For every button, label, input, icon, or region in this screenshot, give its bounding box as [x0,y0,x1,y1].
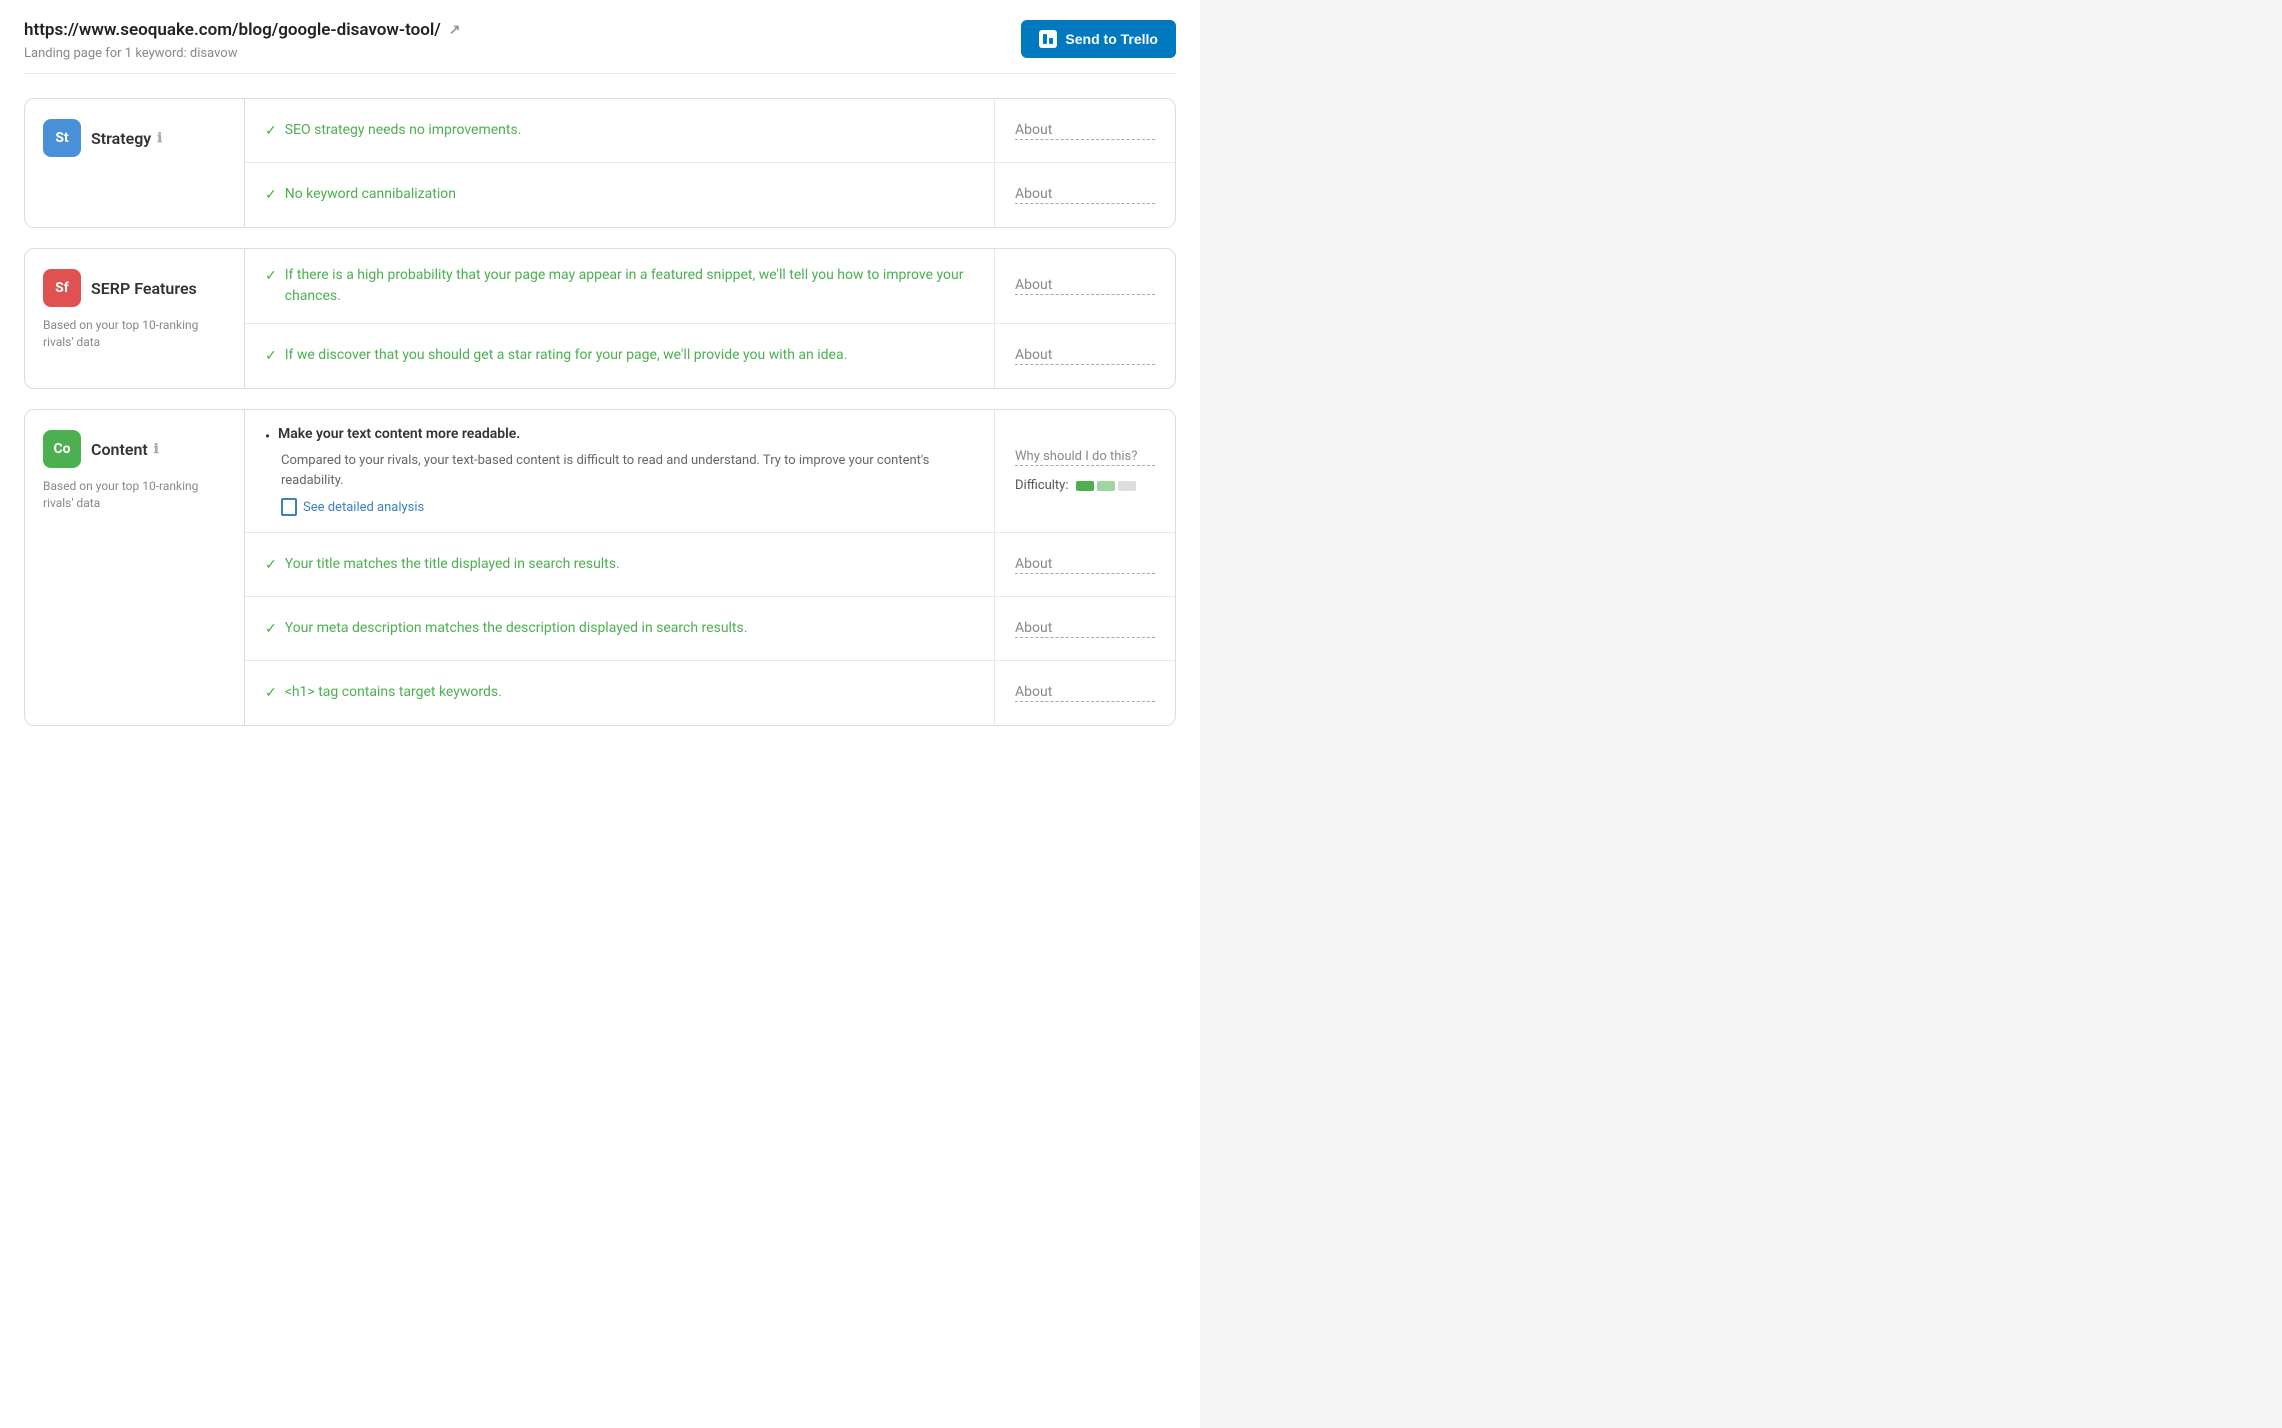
bullet-dot-icon: • [265,429,270,445]
checkmark-icon: ✓ [265,121,277,142]
section-subtitle-content: Based on your top 10-ranking rivals' dat… [43,478,226,512]
document-icon [281,498,297,516]
section-icon-content: Co [43,430,81,468]
row-content-2-1: ✓ Your title matches the title displayed … [245,533,995,596]
check-item: ✓ Your meta description matches the descr… [265,618,974,640]
check-item: ✓ If there is a high probability that you… [265,265,974,307]
bullet-item: • Make your text content more readable. [265,426,974,445]
table-row: ✓ No keyword cannibalization About [245,163,1175,227]
row-content-1-0: ✓ If there is a high probability that you… [245,249,995,323]
row-content-2-2: ✓ Your meta description matches the descr… [245,597,995,660]
checkmark-icon: ✓ [265,185,277,206]
sections-container: St Strategyℹ ✓ SEO strategy needs no improv… [24,98,1176,726]
section-title-strategy: Strategyℹ [91,129,162,148]
row-action-1-1: About [995,324,1175,388]
difficulty-bars [1076,481,1136,491]
page-header: https://www.seoquake.com/blog/google-dis… [24,20,1176,74]
external-link-icon[interactable]: ↗ [449,22,461,38]
table-row: ✓ If we discover that you should get a st… [245,324,1175,388]
section-label-serp: Sf SERP Features Based on your top 10-rank… [25,249,245,388]
check-text-label: Your meta description matches the descri… [285,618,748,639]
section-label-strategy: St Strategyℹ [25,99,245,227]
checkmark-icon: ✓ [265,266,277,287]
checkmark-icon: ✓ [265,683,277,704]
section-label-content: Co Contentℹ Based on your top 10-ranking r… [25,410,245,725]
see-detailed-analysis-link[interactable]: See detailed analysis [265,498,974,516]
row-action-2-2: About [995,597,1175,660]
difficulty-bar-2 [1118,481,1136,491]
row-action-1-0: About [995,249,1175,323]
section-title-serp: SERP Features [91,279,197,298]
check-item: ✓ SEO strategy needs no improvements. [265,120,974,142]
row-action-0-1: About [995,163,1175,227]
page-url[interactable]: https://www.seoquake.com/blog/google-dis… [24,20,461,40]
about-link[interactable]: About [1015,684,1155,702]
row-content-2-0: • Make your text content more readable. Co… [245,410,995,532]
row-content-2-3: ✓ <h1> tag contains target keywords. [245,661,995,725]
section-subtitle-serp: Based on your top 10-ranking rivals' dat… [43,317,226,351]
checkmark-icon: ✓ [265,346,277,367]
about-link[interactable]: About [1015,277,1155,295]
see-analysis-label: See detailed analysis [303,500,424,515]
check-item: ✓ No keyword cannibalization [265,184,974,206]
about-link[interactable]: About [1015,186,1155,204]
trello-icon [1039,30,1057,48]
table-row: ✓ If there is a high probability that you… [245,249,1175,324]
about-link[interactable]: About [1015,556,1155,574]
row-action-0-0: About [995,99,1175,162]
difficulty-bar-1 [1097,481,1115,491]
table-row: ✓ <h1> tag contains target keywords. About [245,661,1175,725]
why-should-i-link[interactable]: Why should I do this? [1015,449,1155,466]
check-text-label: If we discover that you should get a sta… [285,345,848,366]
info-icon[interactable]: ℹ [154,442,159,457]
row-content-0-1: ✓ No keyword cannibalization [245,163,995,227]
difficulty-bar-0 [1076,481,1094,491]
send-trello-button[interactable]: Send to Trello [1021,20,1176,58]
section-strategy: St Strategyℹ ✓ SEO strategy needs no improv… [24,98,1176,228]
difficulty-row: Difficulty: [1015,478,1155,493]
check-text-label: Your title matches the title displayed i… [285,554,620,575]
bullet-text-label: Make your text content more readable. [278,426,520,442]
section-title-content: Contentℹ [91,440,159,459]
info-icon[interactable]: ℹ [157,131,162,146]
row-action-2-3: About [995,661,1175,725]
check-item: ✓ Your title matches the title displayed … [265,554,974,576]
row-description: Compared to your rivals, your text-based… [265,451,974,490]
row-content-1-1: ✓ If we discover that you should get a st… [245,324,995,388]
page-subtitle: Landing page for 1 keyword: disavow [24,46,461,61]
table-row: • Make your text content more readable. Co… [245,410,1175,533]
table-row: ✓ Your title matches the title displayed … [245,533,1175,597]
difficulty-label: Difficulty: [1015,478,1068,493]
send-trello-label: Send to Trello [1065,31,1158,47]
table-row: ✓ SEO strategy needs no improvements. Abou… [245,99,1175,163]
check-text-label: No keyword cannibalization [285,184,456,205]
table-row: ✓ Your meta description matches the descr… [245,597,1175,661]
row-action-2-1: About [995,533,1175,596]
about-link[interactable]: About [1015,620,1155,638]
row-action-2-0: Why should I do this? Difficulty: [995,410,1175,532]
check-item: ✓ <h1> tag contains target keywords. [265,682,974,704]
check-text-label: If there is a high probability that your… [285,265,974,307]
about-link[interactable]: About [1015,347,1155,365]
row-content-0-0: ✓ SEO strategy needs no improvements. [245,99,995,162]
section-content: Co Contentℹ Based on your top 10-ranking r… [24,409,1176,726]
check-text-label: SEO strategy needs no improvements. [285,120,522,141]
checkmark-icon: ✓ [265,619,277,640]
section-icon-strategy: St [43,119,81,157]
check-text-label: <h1> tag contains target keywords. [285,682,502,703]
checkmark-icon: ✓ [265,555,277,576]
about-link[interactable]: About [1015,122,1155,140]
section-icon-serp: Sf [43,269,81,307]
url-text: https://www.seoquake.com/blog/google-dis… [24,20,441,40]
check-item: ✓ If we discover that you should get a st… [265,345,974,367]
section-serp: Sf SERP Features Based on your top 10-rank… [24,248,1176,389]
